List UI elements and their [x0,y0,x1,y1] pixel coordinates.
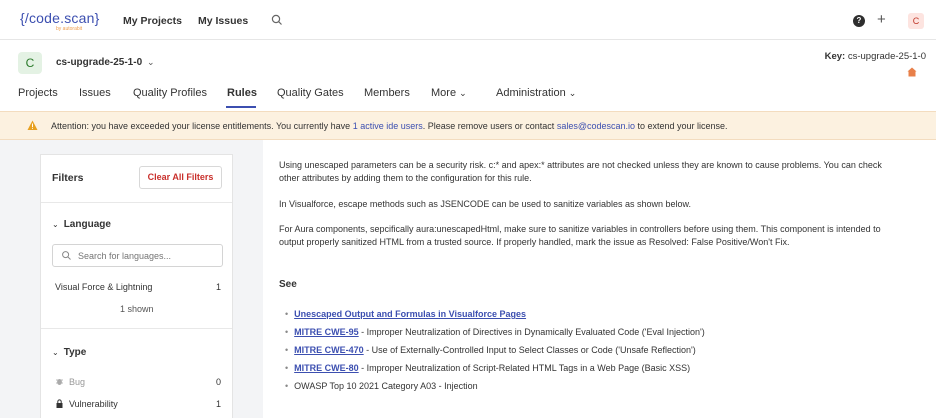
project-name[interactable]: cs-upgrade-25-1-0 [56,57,142,68]
facet-item-count: 1 [215,282,221,292]
warning-icon [27,120,38,130]
reference-text: OWASP Top 10 2021 Category A03 - Injecti… [294,381,478,391]
divider [41,328,232,329]
rule-paragraph: Using unescaped parameters can be a secu… [279,160,882,183]
project-key: Key: cs-upgrade-25-1-0 [825,51,926,62]
reference-item: • MITRE CWE-80 - Improper Neutralization … [285,363,691,373]
chevron-down-icon: ⌄ [459,88,467,98]
help-icon[interactable]: ? [853,15,865,27]
project-key-label: Key: [824,51,846,62]
nav-my-projects[interactable]: My Projects [123,15,182,27]
tab-issues[interactable]: Issues [79,87,111,99]
reference-text: - Improper Neutralization of Directives … [358,327,705,337]
reference-item: • MITRE CWE-470 - Use of Externally-Contr… [285,345,696,355]
facet-item-label: Bug [69,377,86,387]
codescan-logo[interactable]: {/code.scan} [20,10,99,26]
reference-link[interactable]: Unescaped Output and Formulas in Visualf… [294,309,526,319]
facet-shown-count: 1 shown [120,304,154,314]
plus-icon[interactable]: + [877,11,886,28]
user-avatar[interactable]: C [908,13,924,29]
facet-item-label: Visual Force & Lightning [55,282,153,292]
facet-item-visual-force[interactable]: Visual Force & Lightning 1 [55,282,221,292]
license-warning-banner: Attention: you have exceeded your licens… [0,111,936,140]
facet-item-count: 0 [215,377,221,387]
banner-text: . Please remove users or contact [422,121,557,131]
banner-message: Attention: you have exceeded your licens… [51,121,728,131]
facet-item-bug[interactable]: Bug 0 [55,377,221,387]
tab-administration-label: Administration [496,87,566,99]
project-key-value: cs-upgrade-25-1-0 [847,51,926,62]
language-search-field[interactable] [52,244,223,267]
tab-quality-gates[interactable]: Quality Gates [277,87,344,99]
reference-text: - Use of Externally-Controlled Input to … [363,345,696,355]
tab-members[interactable]: Members [364,87,410,99]
facet-type-title: Type [63,347,87,358]
filters-title: Filters [52,172,84,184]
facet-language-header[interactable]: ⌄ Language [52,219,111,230]
tab-rules[interactable]: Rules [227,87,257,99]
language-search-input[interactable] [78,248,218,263]
search-icon[interactable] [270,13,284,27]
see-section-title: See [279,279,297,290]
chevron-down-icon: ⌄ [52,220,59,229]
chevron-down-icon: ⌄ [568,88,577,98]
rule-description: Using unescaped parameters can be a secu… [263,140,936,418]
reference-item: • OWASP Top 10 2021 Category A03 - Inject… [285,381,478,391]
chevron-down-icon[interactable]: ⌄ [147,57,155,68]
tab-administration[interactable]: Administration ⌄ [496,87,576,99]
tab-more-label: More [431,87,457,99]
nav-my-issues[interactable]: My Issues [198,15,248,27]
facet-item-count: 1 [215,399,221,409]
reference-item: • Unescaped Output and Formulas in Visual… [285,309,527,319]
lock-icon [56,399,63,408]
facet-language-title: Language [63,219,111,230]
chevron-down-icon: ⌄ [52,348,59,357]
banner-text: to extend your license. [635,121,728,131]
facet-type-header[interactable]: ⌄ Type [52,347,86,358]
reference-item: • MITRE CWE-95 - Improper Neutralization … [285,327,705,337]
divider [41,202,232,203]
reference-link[interactable]: MITRE CWE-470 [294,345,364,355]
rule-paragraph: For Aura components, sepcifically aura:u… [279,224,881,247]
tab-quality-profiles[interactable]: Quality Profiles [133,87,207,99]
active-tab-indicator [226,106,256,108]
tab-more[interactable]: More ⌄ [431,87,467,99]
search-icon [62,251,71,260]
facet-item-vulnerability[interactable]: Vulnerability 1 [55,399,221,409]
reference-text: - Improper Neutralization of Script-Rela… [358,363,691,373]
filters-panel: Filters Clear All Filters ⌄ Language Visu… [40,154,233,418]
home-icon[interactable] [907,67,917,77]
rule-paragraph: In Visualforce, escape methods such as J… [279,199,692,209]
logo-subtitle: by autorabit [56,26,83,32]
reference-link[interactable]: MITRE CWE-80 [294,363,359,373]
banner-text: Attention: you have exceeded your licens… [51,121,353,131]
clear-all-filters-button[interactable]: Clear All Filters [139,166,222,189]
reference-link[interactable]: MITRE CWE-95 [294,327,359,337]
facet-item-label: Vulnerability [69,399,118,409]
active-ide-users-link[interactable]: 1 active ide users [353,121,423,131]
sales-email-link[interactable]: sales@codescan.io [557,121,635,131]
project-avatar: C [18,52,42,74]
tab-projects[interactable]: Projects [18,87,58,99]
bug-icon [56,379,63,385]
top-navigation: {/code.scan} by autorabit My Projects My… [0,0,936,40]
